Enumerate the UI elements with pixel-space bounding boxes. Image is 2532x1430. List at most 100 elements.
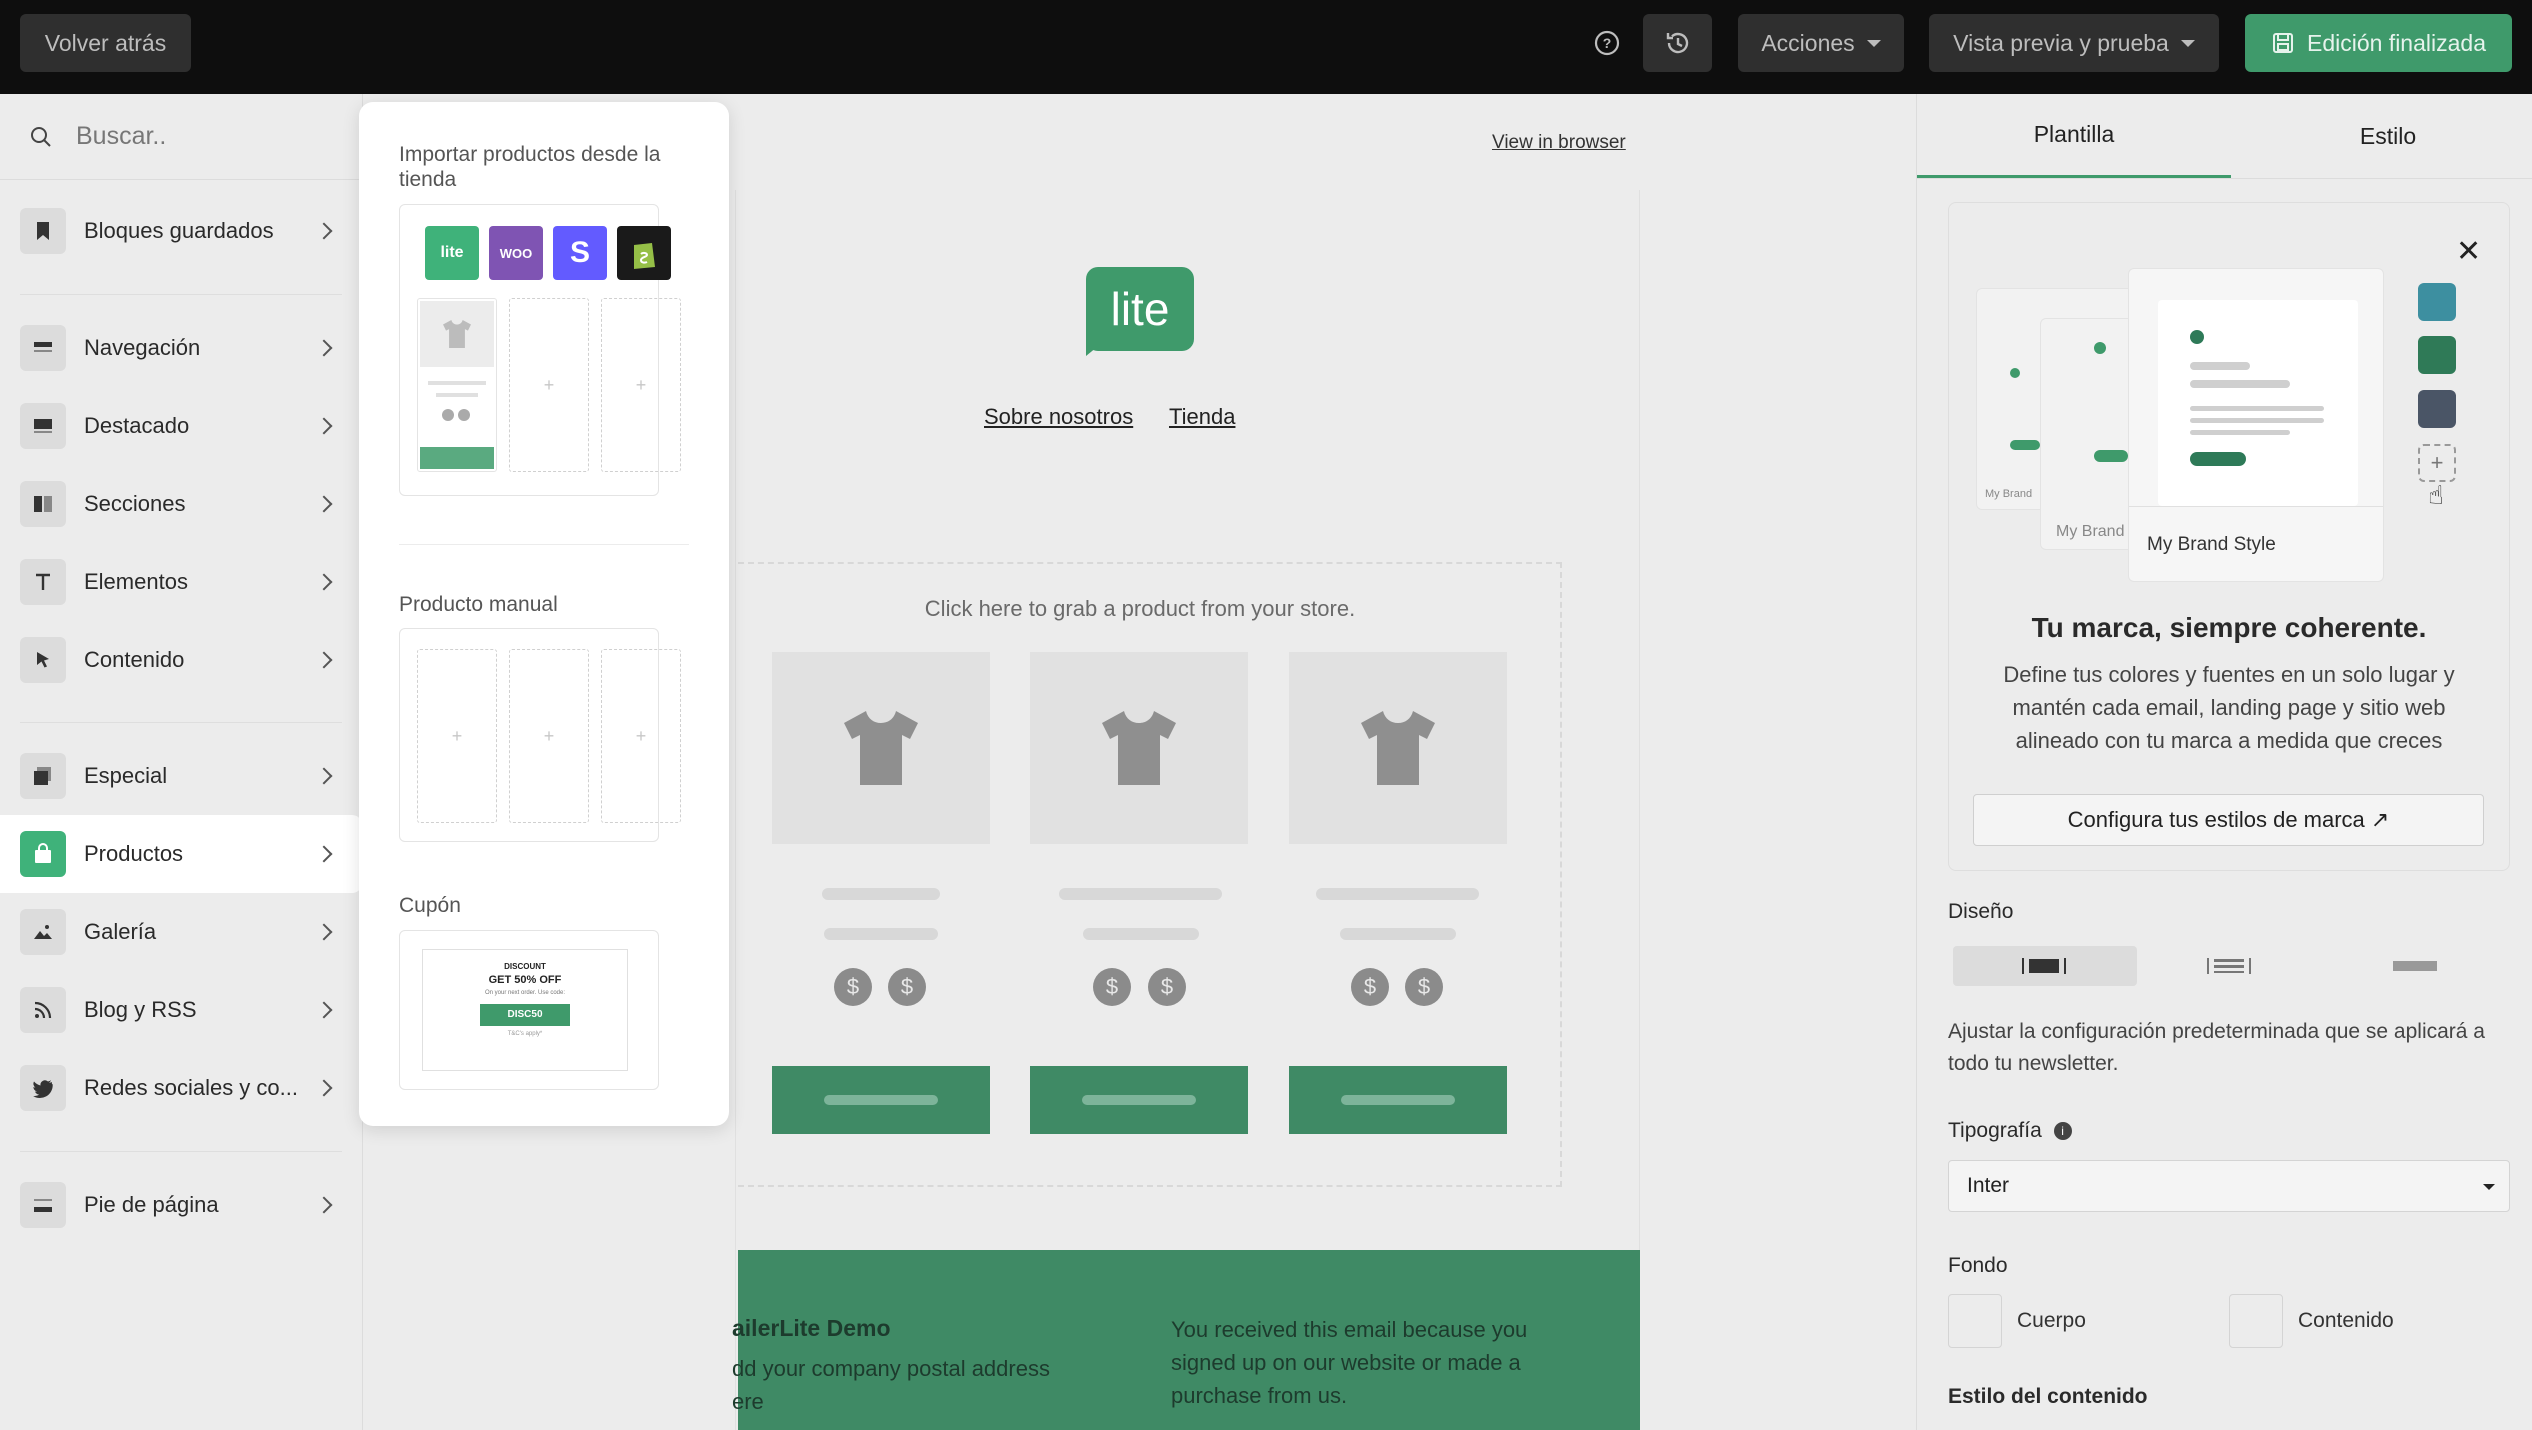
featured-icon xyxy=(20,403,66,449)
brand-mock-line xyxy=(2190,418,2324,423)
search-bar xyxy=(0,94,362,180)
brand-mock-button xyxy=(2190,452,2246,466)
layout-option-full[interactable] xyxy=(2323,946,2507,986)
footer-note: You received this email because you sign… xyxy=(1171,1317,1528,1408)
typography-section-title: Tipografía i xyxy=(1948,1119,2072,1143)
add-product-slot[interactable]: + xyxy=(601,298,681,472)
content-color-label: Contenido xyxy=(2298,1309,2394,1332)
tshirt-icon xyxy=(1361,711,1435,785)
add-product-slot[interactable]: + xyxy=(509,298,589,472)
coupon-preview: DISCOUNT GET 50% OFF On your next order.… xyxy=(422,949,628,1071)
info-icon[interactable]: i xyxy=(2053,1122,2072,1141)
typography-value: Inter xyxy=(1967,1174,2010,1197)
brand-mock-line xyxy=(2190,380,2290,388)
sidebar-item-footer[interactable]: Pie de página xyxy=(0,1166,362,1244)
stripe-logo[interactable]: S xyxy=(553,226,607,280)
shopify-bag-icon xyxy=(634,243,655,269)
sidebar-item-label: Especial xyxy=(84,763,168,788)
rss-icon xyxy=(20,987,66,1033)
sidebar-item-gallery[interactable]: Galería xyxy=(0,893,362,971)
nav-link-shop[interactable]: Tienda xyxy=(1169,404,1235,430)
manual-product-block[interactable]: + + + xyxy=(399,628,681,842)
content-color-picker[interactable] xyxy=(2229,1294,2283,1348)
sidebar-item-blog-rss[interactable]: Blog y RSS xyxy=(0,971,362,1049)
brand-mock-dot xyxy=(2094,342,2106,354)
mailerlite-store-logo[interactable]: lite xyxy=(425,226,479,280)
layout-option-boxed[interactable] xyxy=(1953,946,2137,986)
sidebar-divider xyxy=(20,1151,342,1152)
dollar-icon: $ xyxy=(1148,968,1186,1006)
sidebar-item-content[interactable]: Contenido xyxy=(0,621,362,699)
sidebar-item-sections[interactable]: Secciones xyxy=(0,465,362,543)
add-product-slot[interactable]: + xyxy=(601,649,681,823)
preview-dropdown[interactable]: Vista previa y prueba xyxy=(1929,14,2219,72)
content-style-section-title: Estilo del contenido xyxy=(1948,1385,2148,1408)
chevron-right-icon xyxy=(315,1196,333,1214)
add-product-slot[interactable]: + xyxy=(417,649,497,823)
woocommerce-logo[interactable]: WOO xyxy=(489,226,543,280)
view-in-browser-link[interactable]: View in browser xyxy=(1492,132,1626,154)
product-title-placeholder xyxy=(1059,888,1222,900)
coupon-code: DISC50 xyxy=(480,1004,570,1026)
manual-product-title: Producto manual xyxy=(399,593,558,616)
sidebar-item-saved-blocks[interactable]: Bloques guardados xyxy=(0,192,362,270)
nav-link-about[interactable]: Sobre nosotros xyxy=(984,404,1133,430)
help-icon[interactable]: ? xyxy=(1580,14,1634,72)
chevron-right-icon xyxy=(315,1001,333,1019)
brand-mock-button xyxy=(2010,440,2040,450)
footer-address-line: dd your company postal address xyxy=(732,1356,1050,1381)
coupon-block[interactable]: DISCOUNT GET 50% OFF On your next order.… xyxy=(399,930,659,1090)
search-input[interactable] xyxy=(76,122,336,151)
product-button-placeholder xyxy=(772,1066,990,1134)
sidebar-item-navigation[interactable]: Navegación xyxy=(0,309,362,387)
dollar-icon: $ xyxy=(1351,968,1389,1006)
shopify-logo[interactable] xyxy=(617,226,671,280)
finish-editing-button[interactable]: Edición finalizada xyxy=(2245,14,2512,72)
coupon-headline: GET 50% OFF xyxy=(488,974,562,986)
product-button-placeholder xyxy=(1030,1066,1248,1134)
sidebar-item-label: Blog y RSS xyxy=(84,997,197,1022)
product-image-placeholder xyxy=(1289,652,1507,844)
typography-select[interactable]: Inter xyxy=(1948,1160,2510,1212)
typography-title: Tipografía xyxy=(1948,1119,2042,1142)
product-template-thumb xyxy=(417,298,497,472)
chevron-right-icon xyxy=(315,767,333,785)
chevron-right-icon xyxy=(315,845,333,863)
product-title-placeholder xyxy=(822,888,940,900)
history-icon[interactable] xyxy=(1643,14,1712,72)
chevron-right-icon xyxy=(315,923,333,941)
dollar-icon: $ xyxy=(888,968,926,1006)
sidebar-item-social[interactable]: Redes sociales y co... xyxy=(0,1049,362,1127)
sidebar-item-label: Redes sociales y co... xyxy=(84,1075,298,1100)
sidebar-item-label: Destacado xyxy=(84,413,190,438)
navigation-icon xyxy=(20,325,66,371)
footer-address-line: ere xyxy=(732,1389,764,1414)
sidebar-item-featured[interactable]: Destacado xyxy=(0,387,362,465)
dollar-icon: $ xyxy=(1093,968,1131,1006)
actions-dropdown[interactable]: Acciones xyxy=(1738,14,1904,72)
cursor-icon xyxy=(20,637,66,683)
brand-mock-line xyxy=(2190,430,2290,435)
coupon-label: DISCOUNT xyxy=(504,962,546,971)
tab-template[interactable]: Plantilla xyxy=(1917,94,2231,178)
tshirt-icon xyxy=(844,711,918,785)
product-title-placeholder xyxy=(1316,888,1479,900)
back-button[interactable]: Volver atrás xyxy=(20,14,191,72)
sidebar-item-elements[interactable]: Elementos xyxy=(0,543,362,621)
tab-style[interactable]: Estilo xyxy=(2231,94,2532,178)
coupon-title: Cupón xyxy=(399,894,461,917)
blocks-sidebar: Bloques guardados Navegación Destacado S… xyxy=(0,94,363,1430)
sidebar-item-products[interactable]: Productos xyxy=(0,815,362,893)
product-image-placeholder xyxy=(772,652,990,844)
layout-option-wide[interactable] xyxy=(2138,946,2322,986)
sidebar-item-special[interactable]: Especial xyxy=(0,737,362,815)
body-color-picker[interactable] xyxy=(1948,1294,2002,1348)
close-icon[interactable]: ✕ xyxy=(2456,234,2481,269)
configure-brand-styles-button[interactable]: Configura tus estilos de marca ↗ xyxy=(1973,794,2484,846)
brand-heading: Tu marca, siempre coherente. xyxy=(2031,612,2427,643)
sections-icon xyxy=(20,481,66,527)
import-products-block[interactable]: lite WOO S + + xyxy=(399,204,681,496)
sidebar-item-label: Bloques guardados xyxy=(84,218,274,243)
add-product-slot[interactable]: + xyxy=(509,649,589,823)
sidebar-divider xyxy=(20,294,342,295)
